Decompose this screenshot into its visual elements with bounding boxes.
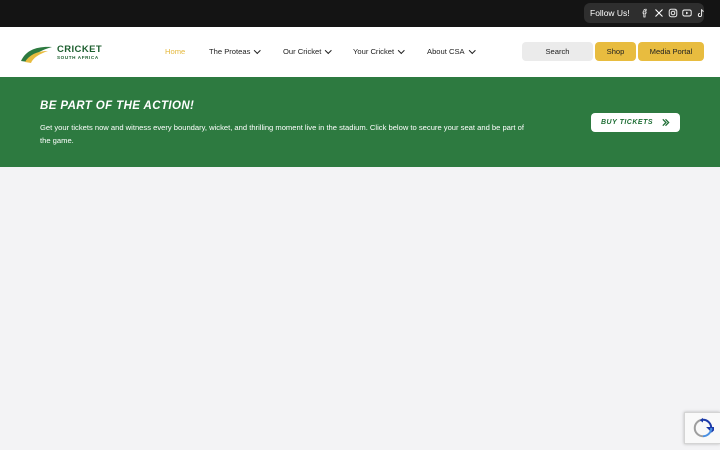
search-button[interactable]: Search	[522, 42, 593, 61]
banner-text: Get your tickets now and witness every b…	[40, 123, 524, 145]
logo-main-text: CRICKET	[57, 44, 103, 56]
nav-home-label: Home	[165, 47, 186, 56]
logo-text: CRICKET SOUTH AFRICA	[57, 45, 102, 60]
nav-about-csa-label: About CSA	[427, 47, 465, 56]
cricket-swoosh-icon	[21, 46, 52, 63]
nav-about-csa[interactable]: About CSA	[427, 46, 476, 56]
site-header: CRICKET SOUTH AFRICA Home The Proteas Ou…	[0, 27, 720, 77]
nav-the-proteas-label: The Proteas	[209, 47, 251, 56]
shop-button[interactable]: Shop	[595, 42, 636, 61]
facebook-icon[interactable]	[640, 8, 651, 19]
chevron-down-icon	[325, 46, 332, 54]
media-portal-button[interactable]: Media Portal	[638, 42, 704, 61]
banner-title: BE PART OF THE ACTION!	[40, 100, 195, 112]
nav-your-cricket-label: Your Cricket	[353, 47, 395, 56]
nav-your-cricket[interactable]: Your Cricket	[353, 46, 405, 56]
chevron-down-icon	[254, 46, 261, 54]
follow-us-label: Follow Us!	[590, 8, 630, 18]
buy-tickets-label: BUY TICKETS	[600, 119, 654, 126]
nav-the-proteas[interactable]: The Proteas	[209, 46, 261, 56]
top-bar: Follow Us!	[0, 0, 720, 27]
instagram-icon[interactable]	[668, 8, 679, 19]
nav-home[interactable]: Home	[165, 47, 185, 56]
follow-us-panel: Follow Us!	[584, 3, 707, 23]
buy-tickets-button[interactable]: BUY TICKETS	[591, 113, 680, 132]
recaptcha-badge[interactable]	[684, 412, 720, 444]
nav-our-cricket[interactable]: Our Cricket	[283, 46, 332, 56]
logo-sub-text: SOUTH AFRICA	[57, 54, 99, 60]
chevron-down-icon	[398, 46, 405, 54]
youtube-icon[interactable]	[682, 8, 693, 19]
recaptcha-icon	[693, 417, 714, 438]
double-chevron-right-icon	[662, 118, 670, 127]
nav-our-cricket-label: Our Cricket	[283, 47, 322, 56]
chevron-down-icon	[468, 46, 476, 54]
social-links	[640, 8, 707, 19]
csa-logo[interactable]: CRICKET SOUTH AFRICA	[19, 42, 109, 64]
tiktok-icon[interactable]	[696, 8, 707, 19]
tickets-banner: BE PART OF THE ACTION! Get your tickets …	[0, 77, 720, 167]
x-twitter-icon[interactable]	[654, 8, 665, 19]
